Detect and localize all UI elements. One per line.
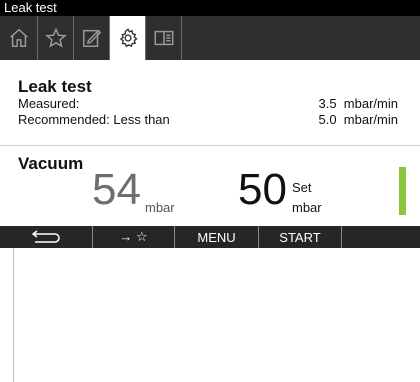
window-title: Leak test — [0, 0, 420, 16]
tab-edit[interactable] — [74, 16, 110, 60]
recommended-label: Recommended: Less than — [18, 112, 170, 127]
book-icon — [154, 30, 173, 46]
bottom-bar: → ☆ MENU START — [0, 226, 420, 248]
vacuum-panel: Vacuum 54 mbar 50 Set mbar — [0, 146, 420, 226]
vacuum-set-value[interactable]: 50 — [238, 164, 287, 216]
gear-icon — [119, 28, 138, 48]
menu-button[interactable]: MENU — [175, 226, 259, 248]
measured-value: 3.5 mbar/min — [318, 96, 398, 111]
home-icon — [9, 28, 28, 47]
leak-test-heading: Leak test — [18, 77, 92, 96]
tab-favorites[interactable] — [38, 16, 74, 60]
recommended-value: 5.0 mbar/min — [318, 112, 398, 127]
start-button[interactable]: START — [259, 226, 342, 248]
tab-book[interactable] — [146, 16, 182, 60]
add-favorite-button[interactable]: → ☆ — [93, 226, 175, 248]
tab-bar — [0, 16, 420, 60]
back-arrow-icon — [31, 230, 60, 243]
left-border-line — [13, 248, 14, 382]
back-button[interactable] — [0, 226, 93, 248]
vacuum-measured-unit: mbar — [145, 200, 175, 215]
star-icon — [44, 27, 67, 48]
vacuum-heading: Vacuum — [18, 154, 84, 173]
vacuum-status-indicator — [399, 167, 406, 215]
tab-settings[interactable] — [110, 16, 146, 60]
tab-home[interactable] — [0, 16, 38, 60]
leak-test-panel: Leak test Measured: 3.5 mbar/min Recomme… — [0, 60, 420, 146]
edit-icon — [82, 29, 101, 47]
vacuum-set-unit: mbar — [292, 200, 322, 215]
vacuum-measured-value: 54 — [92, 165, 141, 214]
measured-label: Measured: — [18, 96, 80, 111]
vacuum-set-label: Set — [292, 180, 312, 195]
